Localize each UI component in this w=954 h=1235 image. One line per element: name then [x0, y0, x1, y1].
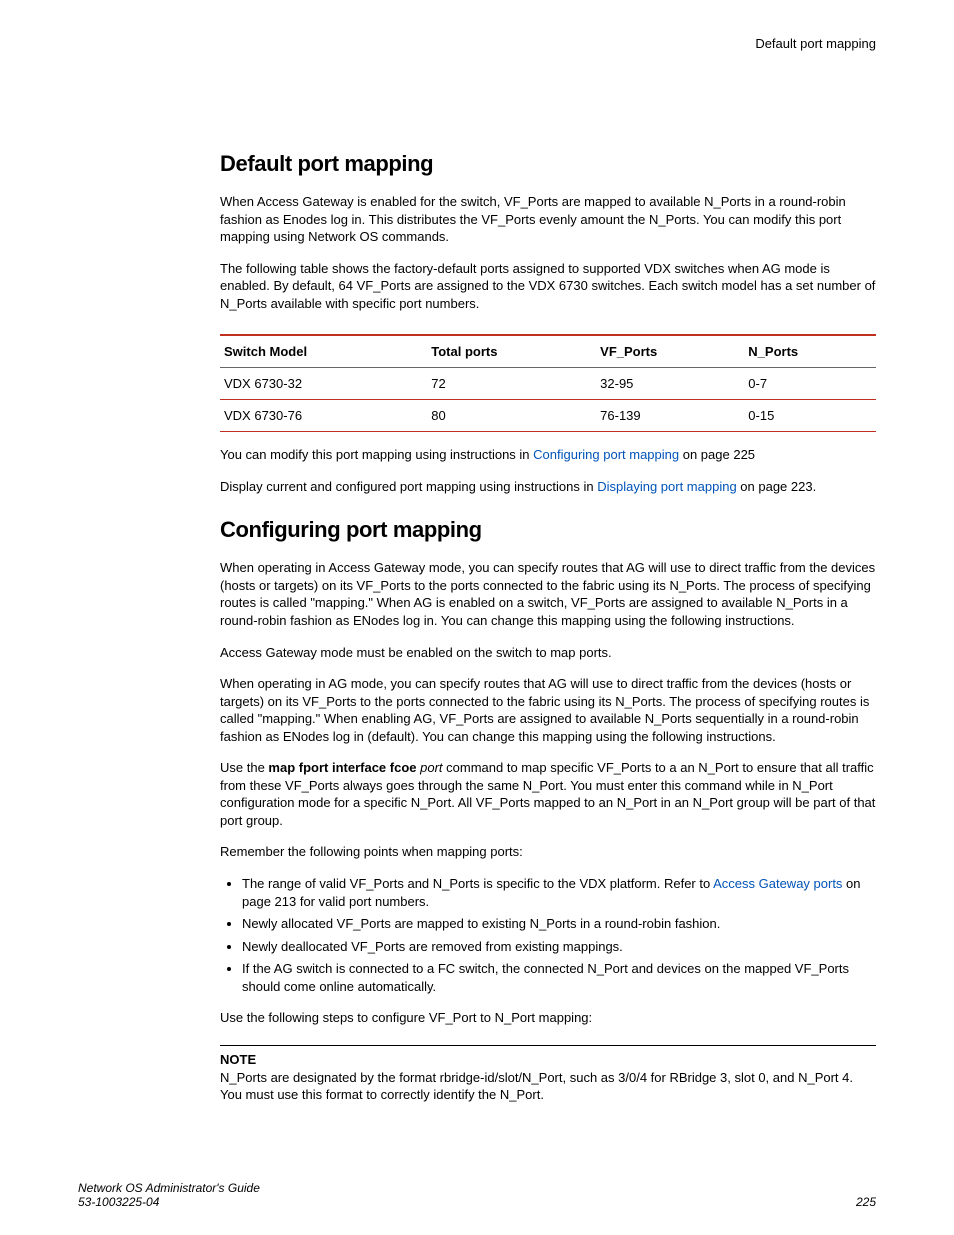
page-number: 225: [856, 1195, 876, 1209]
body-text: Use the map fport interface fcoe port co…: [220, 759, 876, 829]
body-text: Access Gateway mode must be enabled on t…: [220, 644, 876, 662]
table-row: VDX 6730-32 72 32-95 0-7: [220, 368, 876, 400]
link-displaying-port-mapping[interactable]: Displaying port mapping: [597, 479, 736, 494]
bullet-list: The range of valid VF_Ports and N_Ports …: [220, 875, 876, 995]
link-access-gateway-ports[interactable]: Access Gateway ports: [713, 876, 842, 891]
col-header: N_Ports: [744, 335, 876, 368]
text: Use the: [220, 760, 268, 775]
body-text: You can modify this port mapping using i…: [220, 446, 876, 464]
command-text: map fport interface fcoe: [268, 760, 416, 775]
list-item: Newly allocated VF_Ports are mapped to e…: [242, 915, 876, 933]
col-header: Switch Model: [220, 335, 427, 368]
body-text: When operating in AG mode, you can speci…: [220, 675, 876, 745]
link-configuring-port-mapping[interactable]: Configuring port mapping: [533, 447, 679, 462]
cell: VDX 6730-32: [220, 368, 427, 400]
footer-left: Network OS Administrator's Guide 53-1003…: [78, 1181, 260, 1209]
cell: 0-15: [744, 400, 876, 432]
cell: 32-95: [596, 368, 744, 400]
body-text: When Access Gateway is enabled for the s…: [220, 193, 876, 246]
running-header: Default port mapping: [220, 36, 876, 51]
col-header: VF_Ports: [596, 335, 744, 368]
list-item: The range of valid VF_Ports and N_Ports …: [242, 875, 876, 910]
note-body: N_Ports are designated by the format rbr…: [220, 1069, 876, 1104]
text: You can modify this port mapping using i…: [220, 447, 533, 462]
heading-default-port-mapping: Default port mapping: [220, 151, 876, 177]
cell: 76-139: [596, 400, 744, 432]
text: The range of valid VF_Ports and N_Ports …: [242, 876, 713, 891]
cell: 80: [427, 400, 596, 432]
text: on page 225: [679, 447, 755, 462]
port-mapping-table: Switch Model Total ports VF_Ports N_Port…: [220, 334, 876, 432]
note-rule: [220, 1045, 876, 1046]
heading-configuring-port-mapping: Configuring port mapping: [220, 517, 876, 543]
text: on page 223.: [737, 479, 817, 494]
body-text: Use the following steps to configure VF_…: [220, 1009, 876, 1027]
list-item: Newly deallocated VF_Ports are removed f…: [242, 938, 876, 956]
note-heading: NOTE: [220, 1052, 876, 1067]
page-footer: Network OS Administrator's Guide 53-1003…: [78, 1181, 876, 1209]
col-header: Total ports: [427, 335, 596, 368]
page: Default port mapping Default port mappin…: [0, 0, 954, 1235]
body-text: Remember the following points when mappi…: [220, 843, 876, 861]
doc-title: Network OS Administrator's Guide: [78, 1181, 260, 1195]
doc-id: 53-1003225-04: [78, 1195, 260, 1209]
command-arg: port: [417, 760, 443, 775]
cell: VDX 6730-76: [220, 400, 427, 432]
cell: 72: [427, 368, 596, 400]
list-item: If the AG switch is connected to a FC sw…: [242, 960, 876, 995]
table-row: VDX 6730-76 80 76-139 0-15: [220, 400, 876, 432]
text: Display current and configured port mapp…: [220, 479, 597, 494]
body-text: When operating in Access Gateway mode, y…: [220, 559, 876, 629]
cell: 0-7: [744, 368, 876, 400]
body-text: Display current and configured port mapp…: [220, 478, 876, 496]
body-text: The following table shows the factory-de…: [220, 260, 876, 313]
